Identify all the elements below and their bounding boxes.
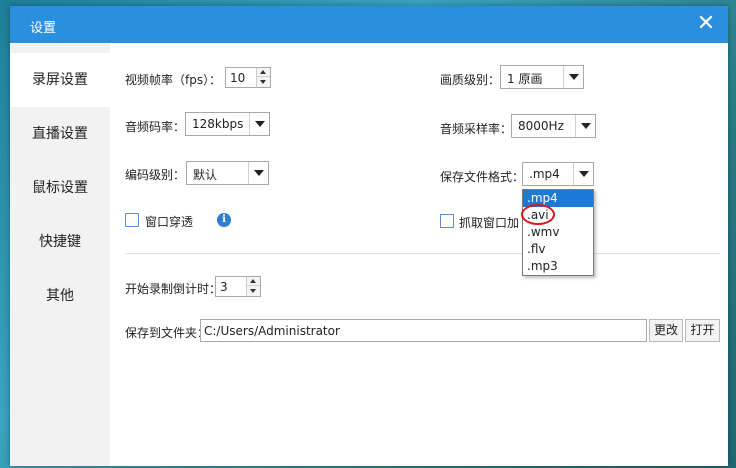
capture-window-checkbox[interactable] xyxy=(440,214,454,228)
quality-label: 画质级别： xyxy=(440,73,501,87)
sidebar-item-hotkeys[interactable]: 快捷键 xyxy=(10,215,110,269)
info-icon[interactable]: i xyxy=(217,213,231,227)
sidebar-item-label: 快捷键 xyxy=(39,234,81,250)
quality-value: 1 原画 xyxy=(507,72,543,86)
encode-level-select[interactable]: 默认 xyxy=(186,161,269,185)
sample-rate-label: 音频采样率： xyxy=(440,122,513,136)
quality-select[interactable]: 1 原画 xyxy=(500,65,584,89)
title-bar: 设置 ✕ xyxy=(10,6,728,43)
change-folder-button[interactable]: 更改 xyxy=(649,319,683,342)
sidebar: 录屏设置 直播设置 鼠标设置 快捷键 其他 xyxy=(10,43,110,466)
window-through-label: 窗口穿透 xyxy=(145,215,194,229)
section-divider xyxy=(125,253,720,254)
chevron-down-icon xyxy=(563,66,583,88)
close-button[interactable]: ✕ xyxy=(694,12,718,36)
file-format-value: .mp4 xyxy=(529,167,560,181)
dropdown-option-flv[interactable]: .flv xyxy=(523,241,593,258)
audio-bitrate-label: 音频码率： xyxy=(125,120,186,134)
audio-bitrate-select[interactable]: 128kbps xyxy=(185,112,270,136)
settings-dialog: 设置 ✕ 录屏设置 直播设置 鼠标设置 快捷键 其他 视频帧率（fps）： 10… xyxy=(10,6,728,466)
sidebar-item-other[interactable]: 其他 xyxy=(10,269,110,323)
fps-value: 10 xyxy=(230,71,246,85)
file-format-label: 保存文件格式： xyxy=(440,170,525,184)
chevron-down-icon xyxy=(573,163,593,185)
save-folder-input[interactable]: C:/Users/Administrator xyxy=(200,319,647,342)
fps-stepper-buttons xyxy=(256,68,270,87)
dropdown-option-wmv[interactable]: .wmv xyxy=(523,224,593,241)
dropdown-option-mp3[interactable]: .mp3 xyxy=(523,258,593,275)
file-format-dropdown-list: .mp4 .avi .wmv .flv .mp3 xyxy=(522,189,594,276)
decrement-icon[interactable] xyxy=(257,78,270,87)
encode-level-value: 默认 xyxy=(193,168,218,182)
increment-icon[interactable] xyxy=(257,68,270,77)
save-folder-label: 保存到文件夹： xyxy=(125,326,210,340)
save-folder-value: C:/Users/Administrator xyxy=(204,324,340,338)
sample-rate-select[interactable]: 8000Hz xyxy=(511,114,596,138)
sidebar-item-label: 其他 xyxy=(46,288,74,304)
sidebar-item-label: 直播设置 xyxy=(32,126,88,142)
countdown-label: 开始录制倒计时： xyxy=(125,282,222,296)
decrement-icon[interactable] xyxy=(247,287,260,296)
chevron-down-icon xyxy=(248,162,268,184)
file-format-select[interactable]: .mp4 xyxy=(522,162,594,186)
fps-label: 视频帧率（fps）： xyxy=(125,73,222,87)
sidebar-item-record-settings[interactable]: 录屏设置 xyxy=(10,53,110,107)
audio-bitrate-value: 128kbps xyxy=(192,117,244,131)
sample-rate-value: 8000Hz xyxy=(518,119,564,133)
annotation-circle xyxy=(521,204,555,225)
dialog-title: 设置 xyxy=(30,21,57,36)
encode-level-label: 编码级别： xyxy=(125,168,186,182)
fps-stepper[interactable]: 10 xyxy=(225,67,271,88)
capture-window-label: 抓取窗口加 xyxy=(459,216,520,230)
sidebar-item-mouse-settings[interactable]: 鼠标设置 xyxy=(10,161,110,215)
countdown-value: 3 xyxy=(220,280,228,294)
chevron-down-icon xyxy=(249,113,269,135)
increment-icon[interactable] xyxy=(247,277,260,286)
sidebar-item-label: 鼠标设置 xyxy=(32,180,88,196)
sidebar-item-label: 录屏设置 xyxy=(32,72,88,88)
sidebar-item-live-settings[interactable]: 直播设置 xyxy=(10,107,110,161)
open-folder-button[interactable]: 打开 xyxy=(685,319,720,342)
chevron-down-icon xyxy=(575,115,595,137)
countdown-stepper-buttons xyxy=(246,277,260,296)
window-through-checkbox[interactable] xyxy=(125,213,139,227)
countdown-stepper[interactable]: 3 xyxy=(215,276,261,297)
